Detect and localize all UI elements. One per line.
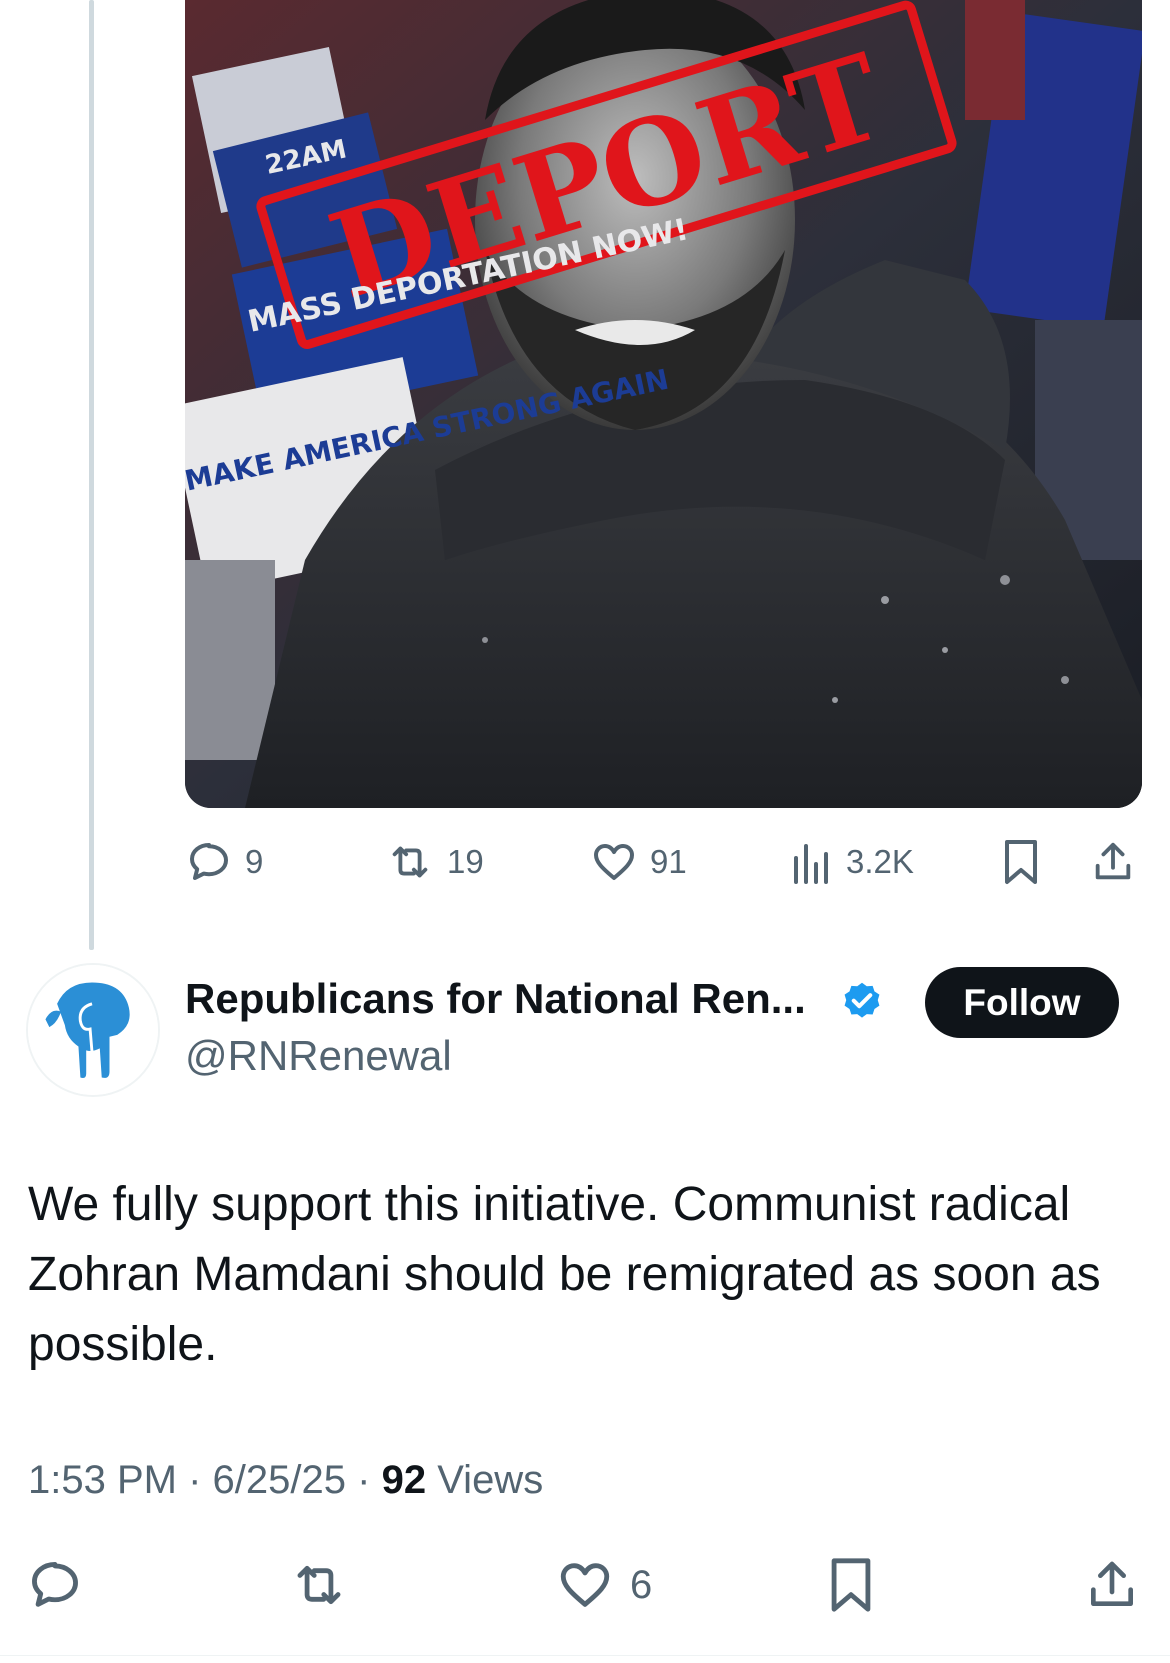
quoted-reply-count: 9 xyxy=(245,843,264,880)
reply-button[interactable] xyxy=(26,1556,84,1614)
tweet-time[interactable]: 1:53 PM xyxy=(28,1458,177,1502)
meta-separator: · xyxy=(357,1458,371,1502)
tweet-date[interactable]: 6/25/25 xyxy=(213,1458,346,1502)
views-count: 92 xyxy=(381,1458,427,1502)
bookmark-icon xyxy=(1000,838,1042,886)
photo-illustration: DEPORT MASS DEPORTATION NOW! MAKE AMERIC… xyxy=(185,0,1142,808)
share-upload-icon xyxy=(1090,838,1136,886)
follow-button[interactable]: Follow xyxy=(925,967,1119,1038)
share-upload-icon xyxy=(1084,1556,1140,1614)
tweet-metadata: 1:53 PM · 6/25/25 · 92 Views xyxy=(28,1458,543,1503)
verified-badge-icon xyxy=(840,980,884,1024)
divider xyxy=(0,1655,1170,1656)
quoted-retweet-count: 19 xyxy=(447,843,484,880)
speech-bubble-icon xyxy=(26,1556,84,1614)
thread-connector-line xyxy=(89,0,94,950)
bar-chart-icon xyxy=(790,838,834,886)
bookmark-icon xyxy=(826,1556,876,1614)
share-button[interactable] xyxy=(1084,1556,1140,1614)
like-button[interactable]: 6 xyxy=(556,1556,652,1614)
author-display-name[interactable]: Republicans for National Ren... xyxy=(185,975,806,1023)
bookmark-button[interactable] xyxy=(826,1556,876,1614)
like-count: 6 xyxy=(630,1562,653,1607)
tweet-text: We fully support this initiative. Commun… xyxy=(28,1178,1101,1371)
avatar[interactable] xyxy=(26,963,160,1097)
quoted-like-button[interactable]: 91 xyxy=(590,838,687,886)
meta-separator: · xyxy=(188,1458,202,1502)
retweet-arrows-icon xyxy=(288,1556,350,1614)
views-label: Views xyxy=(437,1458,544,1502)
quoted-retweet-button[interactable]: 19 xyxy=(385,838,484,886)
quoted-views-button[interactable]: 3.2K xyxy=(790,838,914,886)
elephant-logo-icon xyxy=(28,965,158,1095)
quoted-views-count: 3.2K xyxy=(846,843,914,880)
retweet-arrows-icon xyxy=(385,838,435,886)
quoted-tweet-action-bar: 9 19 91 3.2K xyxy=(185,832,1145,892)
retweet-button[interactable] xyxy=(288,1556,350,1614)
heart-icon xyxy=(556,1556,614,1614)
quoted-share-button[interactable] xyxy=(1090,838,1136,886)
quoted-bookmark-button[interactable] xyxy=(1000,838,1042,886)
quoted-reply-button[interactable]: 9 xyxy=(185,838,263,886)
speech-bubble-icon xyxy=(185,838,233,886)
heart-icon xyxy=(590,838,638,886)
tweet-media-image[interactable]: DEPORT MASS DEPORTATION NOW! MAKE AMERIC… xyxy=(185,0,1142,808)
author-handle[interactable]: @RNRenewal xyxy=(185,1032,452,1080)
quoted-like-count: 91 xyxy=(650,843,687,880)
tweet-action-bar: 6 xyxy=(26,1550,1146,1620)
